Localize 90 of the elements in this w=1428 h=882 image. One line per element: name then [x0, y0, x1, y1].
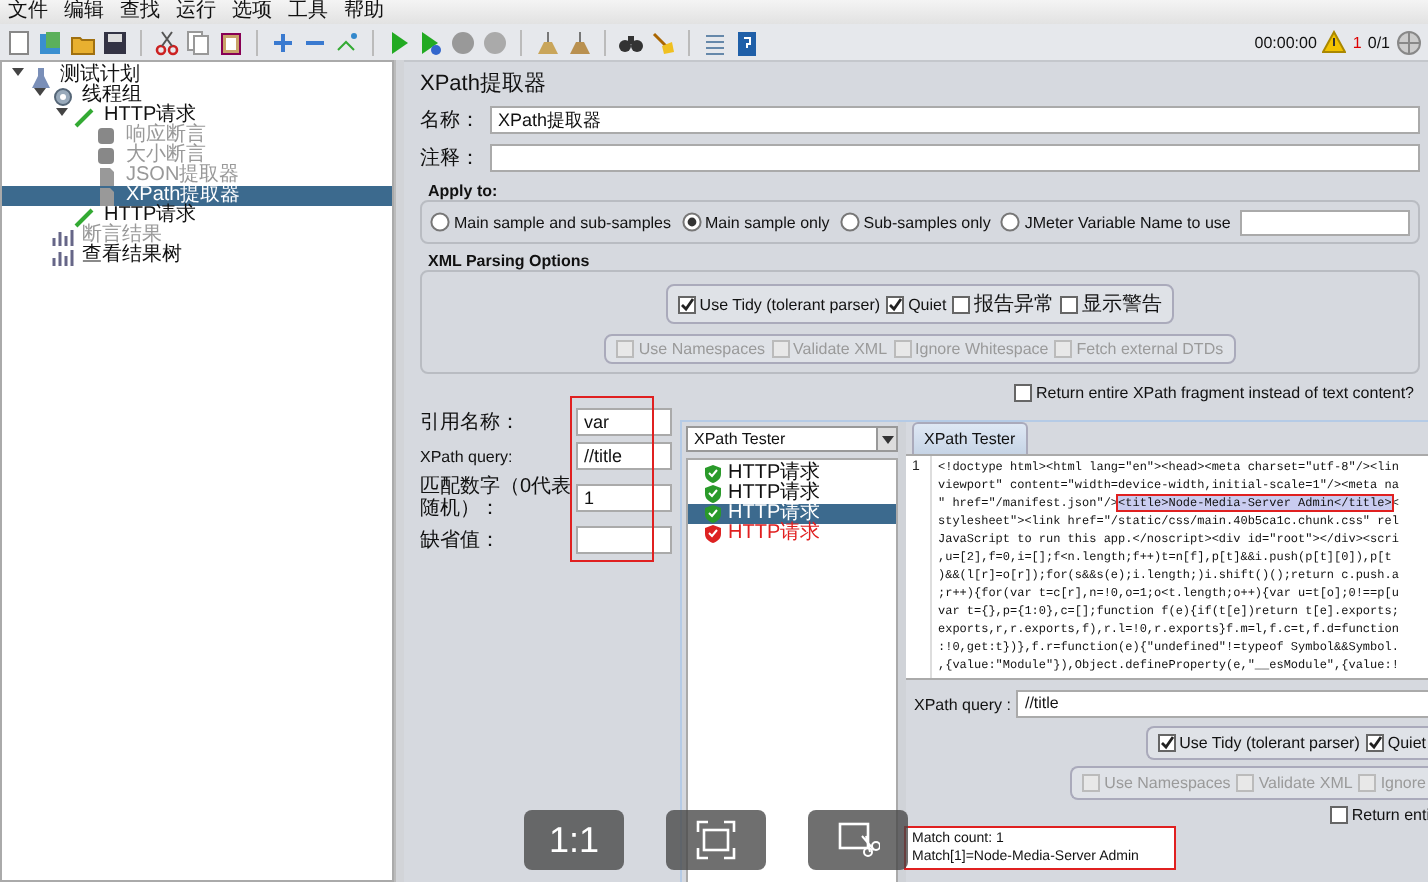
- plus-icon[interactable]: [270, 29, 296, 55]
- field-label: XPath query :: [914, 695, 1011, 713]
- tree-node[interactable]: 线程组: [78, 86, 146, 106]
- success-shield-icon: [704, 504, 722, 524]
- radio-button[interactable]: Main sample and sub-samples: [430, 212, 671, 232]
- list-icon[interactable]: [702, 29, 728, 55]
- checkbox[interactable]: Quiet: [886, 290, 947, 318]
- field-label: 匹配数字（0代表随机）：: [420, 476, 574, 520]
- checkbox-icon[interactable]: [952, 295, 971, 313]
- chart-icon: [52, 225, 74, 247]
- radio-icon[interactable]: [1000, 212, 1021, 232]
- checkbox-icon[interactable]: [886, 295, 905, 313]
- screen-scissors-icon: [837, 820, 879, 860]
- start-icon[interactable]: [386, 29, 412, 55]
- panel-title: XPath提取器: [420, 72, 548, 98]
- pen-icon: [74, 205, 96, 227]
- field-label: 引用名称：: [420, 411, 522, 433]
- menu-item[interactable]: 查找: [120, 0, 160, 24]
- pen-icon: [74, 105, 96, 127]
- menu-item[interactable]: 编辑: [64, 0, 104, 24]
- comment-field[interactable]: [490, 144, 1420, 172]
- thread-count: 0/1: [1367, 33, 1390, 51]
- checkbox[interactable]: 显示警告: [1060, 290, 1163, 318]
- checkbox-icon[interactable]: [1365, 734, 1384, 752]
- document-icon: [96, 185, 118, 207]
- checkbox[interactable]: Use Tidy (tolerant parser): [677, 290, 881, 318]
- cut-icon[interactable]: [154, 29, 180, 55]
- crop-button[interactable]: [808, 810, 908, 870]
- menu-item[interactable]: 运行: [176, 0, 216, 24]
- elapsed-time: 00:00:00: [1254, 33, 1317, 51]
- checkbox[interactable]: Quiet: [1365, 734, 1426, 752]
- tree-node[interactable]: 查看结果树: [78, 246, 186, 266]
- radio-button[interactable]: Sub-samples only: [839, 212, 991, 232]
- chart-icon: [52, 245, 74, 267]
- tester-dropdown[interactable]: XPath Tester: [686, 426, 898, 452]
- menu-item[interactable]: 帮助: [344, 0, 384, 24]
- name-field[interactable]: XPath提取器: [490, 106, 1420, 134]
- checkbox[interactable]: 报告异常: [952, 290, 1055, 318]
- checkbox[interactable]: Return entire XPath fragment instead of text content?: [1014, 383, 1414, 401]
- radio-icon[interactable]: [839, 212, 860, 232]
- broom-icon[interactable]: [650, 29, 676, 55]
- error-shield-icon: [704, 524, 722, 544]
- tab[interactable]: XPath Tester: [912, 422, 1028, 454]
- group-title: XML Parsing Options: [428, 252, 592, 270]
- radio-icon[interactable]: [430, 212, 450, 232]
- start-no-pauses-icon[interactable]: [418, 29, 444, 55]
- stop-icon[interactable]: [450, 29, 476, 55]
- gear-icon: [52, 85, 74, 107]
- variable-name-field[interactable]: [1240, 209, 1410, 235]
- field-label: XPath query:: [420, 447, 515, 465]
- paste-icon[interactable]: [218, 29, 244, 55]
- help-icon[interactable]: [734, 29, 760, 55]
- checkbox-icon[interactable]: [1157, 734, 1176, 752]
- checkbox-icon[interactable]: [1014, 383, 1032, 401]
- xpath-query-field[interactable]: //title: [1016, 690, 1428, 718]
- radio-button[interactable]: JMeter Variable Name to use: [1000, 212, 1231, 232]
- checkbox[interactable]: Use Tidy (tolerant parser): [1157, 734, 1360, 752]
- actual-size-button[interactable]: 1:1: [524, 810, 624, 870]
- input-field[interactable]: [576, 526, 672, 554]
- sample-item[interactable]: HTTP请求: [688, 464, 896, 484]
- radio-button[interactable]: Main sample only: [681, 212, 830, 232]
- sample-item[interactable]: HTTP请求: [688, 484, 896, 504]
- error-count: 1: [1352, 33, 1362, 51]
- input-field[interactable]: 1: [576, 484, 672, 512]
- tree-node[interactable]: HTTP请求: [100, 206, 201, 226]
- new-file-icon[interactable]: [6, 29, 32, 55]
- caret-icon: [881, 435, 893, 443]
- globe-icon[interactable]: [1396, 29, 1422, 55]
- checkbox[interactable]: Return enti: [1329, 806, 1428, 824]
- checkbox-icon[interactable]: [1060, 295, 1079, 313]
- checkbox-icon[interactable]: [677, 295, 696, 313]
- checkbox-icon[interactable]: [1329, 806, 1348, 824]
- input-field[interactable]: //title: [576, 442, 672, 470]
- fit-button[interactable]: [666, 810, 766, 870]
- field-label: 缺省值：: [420, 529, 502, 551]
- radio-icon[interactable]: [681, 212, 701, 232]
- menu-item[interactable]: 选项: [232, 0, 272, 24]
- group-title: Apply to:: [428, 182, 500, 200]
- save-icon[interactable]: [102, 29, 128, 55]
- warning-icon[interactable]: [1322, 30, 1347, 54]
- menu-item[interactable]: 工具: [288, 0, 328, 24]
- field-label: 名称：: [420, 108, 482, 134]
- sample-item[interactable]: HTTP请求: [688, 524, 896, 544]
- success-shield-icon: [704, 464, 722, 484]
- field-label: 注释：: [420, 145, 482, 172]
- tree-node[interactable]: HTTP请求: [100, 106, 201, 126]
- input-field[interactable]: var: [576, 408, 672, 436]
- success-shield-icon: [704, 484, 722, 504]
- tree-node[interactable]: 测试计划: [56, 66, 144, 86]
- fit-screen-icon: [695, 820, 737, 860]
